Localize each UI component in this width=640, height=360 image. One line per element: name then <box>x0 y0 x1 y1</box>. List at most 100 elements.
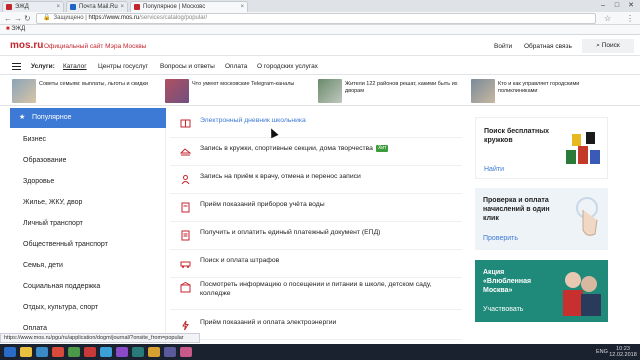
ie-icon[interactable] <box>36 347 48 357</box>
nav-payment[interactable]: Оплата <box>225 62 247 71</box>
forward-icon[interactable]: → <box>14 13 22 24</box>
feedback-link[interactable]: Обратная связь <box>524 42 572 51</box>
news-item[interactable]: Жители 122 районов решат, какими быть их… <box>318 79 468 103</box>
menu-item-leisure[interactable]: Отдых, культура, спорт <box>10 298 166 318</box>
close-icon[interactable]: × <box>56 2 60 12</box>
app-icon[interactable] <box>68 347 80 357</box>
nav-gosuslug-centers[interactable]: Центры госуслуг <box>98 62 148 71</box>
app-icon[interactable] <box>100 347 112 357</box>
menu-item-public-transport[interactable]: Общественный транспорт <box>10 235 166 255</box>
promo-link[interactable]: Участвовать <box>483 305 523 314</box>
menu-item-family[interactable]: Семья, дети <box>10 256 166 276</box>
car-icon <box>180 261 191 268</box>
nav-qa[interactable]: Вопросы и ответы <box>160 62 215 71</box>
search-button[interactable]: ⌕ Поиск <box>582 39 634 53</box>
service-label: Посмотреть информацию о посещении и пита… <box>200 281 432 297</box>
nav-city-services[interactable]: О городских услугах <box>257 62 318 71</box>
menu-item-social[interactable]: Социальная поддержка <box>10 277 166 297</box>
site-tagline[interactable]: Официальный сайт Мэра Москвы <box>44 42 146 51</box>
clock-date: 12.02.2018 <box>609 352 637 358</box>
service-item[interactable]: Электронный дневник школьника <box>170 116 462 138</box>
tab-label: Популярное | Московс <box>143 4 206 10</box>
service-label: Запись в кружки, спортивные секции, дома… <box>200 145 373 152</box>
close-window-icon[interactable]: ✕ <box>624 0 638 11</box>
language-indicator[interactable]: ENG <box>596 349 608 355</box>
services-nav: Услуги: Каталог Центры госуслуг Вопросы … <box>0 57 640 75</box>
chrome-icon[interactable] <box>52 347 64 357</box>
hit-badge: Хит <box>375 145 389 152</box>
url-input[interactable]: 🔒 Защищено | https://www.mos.ru/services/… <box>36 13 596 24</box>
menu-item-health[interactable]: Здоровье <box>10 172 166 192</box>
menu-dots-icon[interactable]: ⋮ <box>626 13 634 24</box>
menu-label: Образование <box>23 157 67 164</box>
explorer-icon[interactable] <box>20 347 32 357</box>
taskbar: ENG 10:23 12.02.2018 <box>0 344 640 360</box>
service-label: Приём показаний и оплата электроэнергии <box>200 319 337 326</box>
app-icon[interactable] <box>116 347 128 357</box>
promo-accruals[interactable]: Проверка и оплата начислений в один клик… <box>475 188 608 250</box>
clubs-icon <box>180 148 191 156</box>
promo-clubs[interactable]: Поиск бесплатных кружков Найти <box>475 117 608 179</box>
news-title: Жители 122 районов решат, какими быть их… <box>345 81 458 94</box>
menu-item-education[interactable]: Образование <box>10 151 166 171</box>
news-title: Что умеют московские Telegram-каналы <box>192 81 295 87</box>
menu-item-business[interactable]: Бизнес <box>10 130 166 150</box>
app-icon[interactable] <box>164 347 176 357</box>
service-item[interactable]: Запись в кружки, спортивные секции, дома… <box>170 144 462 166</box>
news-item[interactable]: Что умеют московские Telegram-каналы <box>165 79 315 103</box>
menu-item-personal-transport[interactable]: Личный транспорт <box>10 214 166 234</box>
minimize-icon[interactable]: – <box>596 0 610 11</box>
news-thumbnail <box>165 79 189 103</box>
news-thumbnail <box>318 79 342 103</box>
promo-in-love-moscow[interactable]: Акция «Влюбленная Москва» Участвовать <box>475 260 608 322</box>
bookmark-item[interactable]: ■ ЭЖД <box>6 26 25 32</box>
star-icon: ★ <box>19 114 26 121</box>
menu-item-housing[interactable]: Жилье, ЖКУ, двор <box>10 193 166 213</box>
menu-label: Популярное <box>32 114 72 121</box>
start-icon[interactable] <box>4 347 16 357</box>
tab-bar: ЭЖД × Почта Mail.Ru × Популярное | Моско… <box>0 0 640 12</box>
app-icon[interactable] <box>132 347 144 357</box>
news-thumbnail <box>471 79 495 103</box>
menu-label: Социальная поддержка <box>23 283 101 290</box>
promo-link[interactable]: Проверить <box>483 234 518 243</box>
service-label: Запись на приём к врачу, отмена и перено… <box>200 173 361 180</box>
close-icon[interactable]: × <box>240 2 244 12</box>
tab-3-active[interactable]: Популярное | Московс × <box>130 1 248 12</box>
address-bar: ← → ↻ 🔒 Защищено | https://www.mos.ru/ser… <box>0 12 640 25</box>
service-item[interactable]: Посмотреть информацию о посещении и пита… <box>170 280 462 310</box>
service-item[interactable]: Приём показаний и оплата электроэнергии <box>170 318 462 340</box>
site-logo[interactable]: mos.ru <box>10 41 43 51</box>
news-item[interactable]: Советы семьям: выплаты, льготы и скидки <box>12 79 162 103</box>
tab-2[interactable]: Почта Mail.Ru × <box>66 1 128 12</box>
menu-item-popular[interactable]: ★ Популярное <box>10 108 166 128</box>
app-icon[interactable] <box>180 347 192 357</box>
app-icon[interactable] <box>84 347 96 357</box>
reload-icon[interactable]: ↻ <box>24 13 31 24</box>
news-item[interactable]: Кто и как управляет городскими поликлини… <box>471 79 631 103</box>
paint-jars-image <box>566 132 600 164</box>
tab-label: Почта Mail.Ru <box>79 4 118 10</box>
service-label: Приём показаний приборов учёта воды <box>200 201 325 208</box>
app-icon[interactable] <box>148 347 160 357</box>
back-icon[interactable]: ← <box>4 13 12 24</box>
service-item[interactable]: Поиск и оплата штрафов <box>170 256 462 278</box>
service-item[interactable]: Приём показаний приборов учёта воды <box>170 200 462 222</box>
star-icon[interactable]: ☆ <box>604 13 611 24</box>
service-item[interactable]: Получить и оплатить единый платежный док… <box>170 228 462 250</box>
hamburger-menu-icon[interactable] <box>12 63 21 70</box>
nav-catalog[interactable]: Каталог <box>63 62 87 71</box>
maximize-icon[interactable]: □ <box>610 0 624 11</box>
close-icon[interactable]: × <box>120 2 124 12</box>
tab-favicon-icon <box>134 4 140 10</box>
security-label: Защищено <box>53 15 84 21</box>
search-icon: ⌕ <box>596 42 600 49</box>
promo-link[interactable]: Найти <box>484 165 504 174</box>
service-item[interactable]: Запись на приём к врачу, отмена и перено… <box>170 172 462 194</box>
tab-1[interactable]: ЭЖД × <box>2 1 64 12</box>
tab-favicon-icon <box>6 4 12 10</box>
login-link[interactable]: Войти <box>494 42 512 51</box>
hand-tap-image <box>576 197 598 236</box>
clock[interactable]: 10:23 12.02.2018 <box>608 346 638 358</box>
document-icon <box>181 230 190 241</box>
